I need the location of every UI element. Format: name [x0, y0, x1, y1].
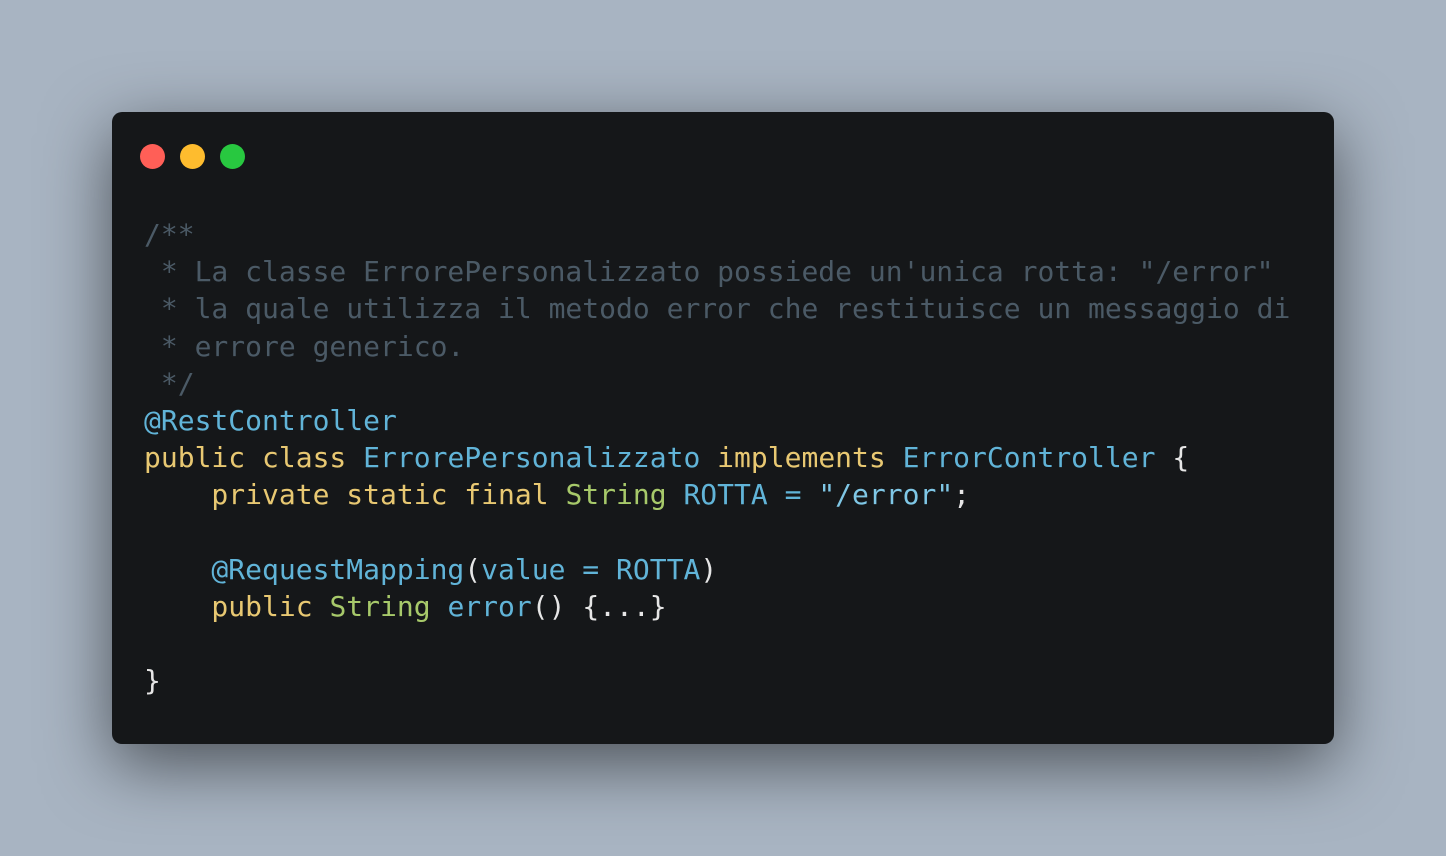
code-token-plain: () {...}	[531, 589, 667, 623]
code-line: * La classe ErrorePersonalizzato possied…	[144, 253, 1290, 290]
code-line: private static final String ROTTA = "/er…	[144, 476, 1290, 513]
code-line: public String error() {...}	[144, 588, 1290, 625]
code-line: * la quale utilizza il metodo error che …	[144, 290, 1290, 327]
code-line: public class ErrorePersonalizzato implem…	[144, 439, 1290, 476]
maximize-dot[interactable]	[220, 144, 245, 169]
code-token-plain: {	[1172, 441, 1190, 475]
code-token-comment: */	[144, 366, 195, 400]
code-line: @RestController	[144, 402, 1290, 439]
code-token-plain: }	[144, 664, 161, 698]
code-token-identifier: ROTTA =	[683, 478, 819, 512]
code-line: /**	[144, 216, 1290, 253]
code-token-type: String	[565, 478, 684, 512]
window-controls	[140, 144, 245, 169]
code-line: */	[144, 365, 1290, 402]
code-token-identifier: ErrorController	[902, 441, 1173, 475]
code-token-plain: )	[700, 552, 718, 586]
code-token-identifier: value = ROTTA	[481, 552, 701, 586]
code-block: /** * La classe ErrorePersonalizzato pos…	[144, 216, 1290, 699]
code-token-string: "/error"	[818, 478, 954, 512]
code-token-identifier: ErrorePersonalizzato	[363, 441, 718, 475]
code-token-keyword: public	[144, 589, 330, 623]
code-token-comment: /**	[144, 218, 195, 251]
code-token-plain: (	[464, 552, 482, 586]
code-token-annotation: @RequestMapping	[144, 552, 465, 586]
code-line: }	[144, 662, 1290, 699]
code-line: @RequestMapping(value = ROTTA)	[144, 551, 1290, 588]
code-token-keyword: implements	[717, 441, 903, 475]
code-token-comment: * La classe ErrorePersonalizzato possied…	[144, 255, 1274, 289]
close-dot[interactable]	[140, 144, 165, 169]
code-token-plain: ;	[953, 478, 971, 512]
code-token-type: String	[329, 589, 448, 623]
code-token-comment: * errore generico.	[144, 329, 465, 363]
code-token-identifier: error	[447, 589, 532, 623]
code-line: * errore generico.	[144, 328, 1290, 365]
minimize-dot[interactable]	[180, 144, 205, 169]
code-token-annotation: @RestController	[144, 403, 397, 437]
code-token-keyword: private static final	[144, 478, 566, 512]
code-token-keyword: public class	[144, 441, 364, 475]
code-window: /** * La classe ErrorePersonalizzato pos…	[112, 112, 1334, 744]
code-token-comment: * la quale utilizza il metodo error che …	[144, 292, 1291, 326]
